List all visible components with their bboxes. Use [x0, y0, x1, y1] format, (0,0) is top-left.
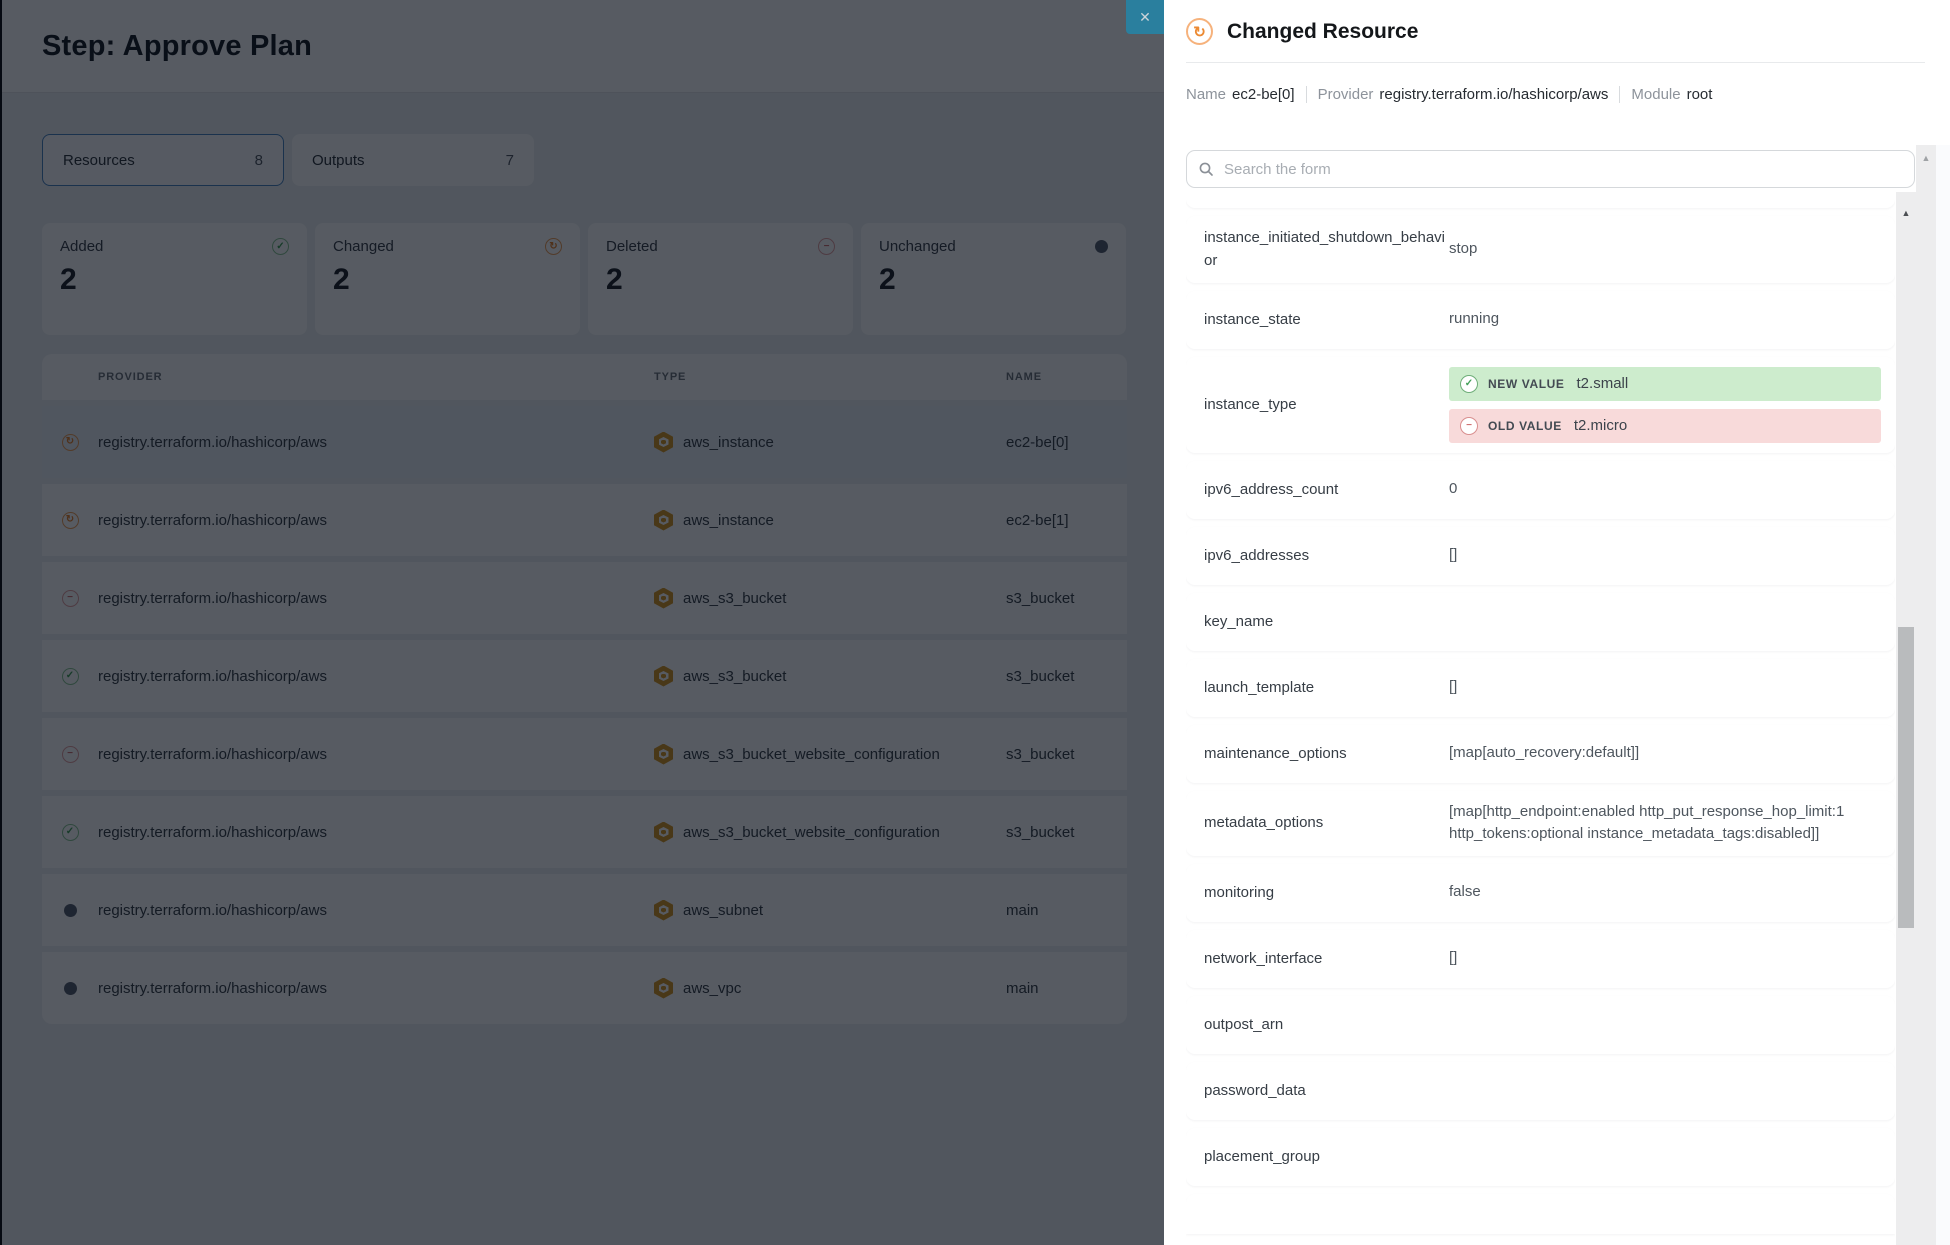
meta-label: Module: [1631, 86, 1680, 103]
form-search-box: [1186, 150, 1915, 188]
attribute-name: key_name: [1204, 610, 1449, 633]
added-check-icon: ✓: [1460, 375, 1478, 393]
attribute-list-scrollbar[interactable]: ▲: [1896, 192, 1916, 1245]
search-input[interactable]: [1222, 160, 1914, 179]
attribute-name: placement_group: [1204, 1145, 1449, 1168]
drawer-scrollbar[interactable]: ▲: [1916, 145, 1936, 1245]
scroll-up-icon[interactable]: ▲: [1896, 208, 1916, 218]
attribute-name: instance_state: [1204, 308, 1449, 331]
meta-value: registry.terraform.io/hashicorp/aws: [1379, 86, 1608, 103]
modal-dim-overlay[interactable]: [0, 0, 1164, 1245]
changed-resource-drawer: ↻ Changed Resource Name ec2-be[0] Provider…: [1164, 0, 1950, 1245]
attribute-row: placement_group: [1186, 1128, 1895, 1186]
attribute-list: instance_initiated_shutdown_behaviorstop…: [1186, 198, 1895, 1245]
attribute-value: [map[auto_recovery:default]]: [1449, 742, 1881, 765]
attribute-name: monitoring: [1204, 881, 1449, 904]
attribute-row: key_name: [1186, 593, 1895, 651]
attribute-row: ipv6_addresses[]: [1186, 527, 1895, 585]
partially-scrolled-row: [1186, 1194, 1895, 1234]
close-drawer-button[interactable]: ✕: [1126, 0, 1164, 34]
attribute-value: stop: [1449, 238, 1881, 261]
attribute-row: maintenance_options[map[auto_recovery:de…: [1186, 725, 1895, 783]
attribute-value: []: [1449, 947, 1881, 970]
attribute-row: launch_template[]: [1186, 659, 1895, 717]
attribute-value: []: [1449, 544, 1881, 567]
panel-right-gutter: [1936, 145, 1950, 1245]
attribute-value: running: [1449, 308, 1881, 331]
attribute-name: password_data: [1204, 1079, 1449, 1102]
meta-value: root: [1687, 86, 1713, 103]
attribute-value: false: [1449, 881, 1881, 904]
attribute-value: 0: [1449, 478, 1881, 501]
meta-label: Name: [1186, 86, 1226, 103]
old-value: t2.micro: [1574, 417, 1627, 434]
meta-label: Provider: [1318, 86, 1374, 103]
attribute-row: instance_initiated_shutdown_behaviorstop: [1186, 216, 1895, 283]
resource-meta: Name ec2-be[0] Provider registry.terraform.…: [1186, 86, 1712, 103]
divider: [1186, 62, 1925, 63]
new-value: t2.small: [1577, 375, 1629, 392]
attribute-name: maintenance_options: [1204, 742, 1449, 765]
attribute-name: ipv6_addresses: [1204, 544, 1449, 567]
scrollbar-thumb[interactable]: [1898, 627, 1914, 928]
meta-value: ec2-be[0]: [1232, 86, 1295, 103]
close-icon: ✕: [1139, 9, 1151, 26]
attribute-name: outpost_arn: [1204, 1013, 1449, 1036]
attribute-value: []: [1449, 676, 1881, 699]
meta-separator: [1619, 86, 1620, 103]
attribute-value: [map[http_endpoint:enabled http_put_resp…: [1449, 801, 1881, 846]
new-value-badge: ✓ NEW VALUE t2.small: [1449, 367, 1881, 401]
attribute-row: instance_staterunning: [1186, 291, 1895, 349]
attribute-name: launch_template: [1204, 676, 1449, 699]
attribute-row: instance_type ✓ NEW VALUE t2.small −OLD VALU…: [1186, 357, 1895, 453]
old-value-badge: −OLD VALUE t2.micro: [1449, 409, 1881, 443]
attribute-row: outpost_arn: [1186, 996, 1895, 1054]
attribute-row: network_interface[]: [1186, 930, 1895, 988]
search-icon: [1198, 161, 1214, 177]
drawer-title: Changed Resource: [1227, 20, 1418, 44]
partially-scrolled-row: [1186, 198, 1895, 208]
deleted-minus-icon: −: [1460, 417, 1478, 435]
new-value-label: NEW VALUE: [1488, 377, 1565, 391]
attribute-row: metadata_options[map[http_endpoint:enabl…: [1186, 791, 1895, 856]
value-diff: ✓ NEW VALUE t2.small −OLD VALUE t2.micro: [1449, 367, 1881, 443]
changed-status-icon: ↻: [1186, 18, 1213, 45]
attribute-row: monitoringfalse: [1186, 864, 1895, 922]
attribute-name: instance_type: [1204, 393, 1449, 416]
scroll-up-icon[interactable]: ▲: [1916, 153, 1936, 163]
attribute-name: instance_initiated_shutdown_behavior: [1204, 226, 1449, 273]
old-value-label: OLD VALUE: [1488, 419, 1562, 433]
attribute-name: network_interface: [1204, 947, 1449, 970]
attribute-row: ipv6_address_count0: [1186, 461, 1895, 519]
attribute-name: ipv6_address_count: [1204, 478, 1449, 501]
meta-separator: [1306, 86, 1307, 103]
attribute-name: metadata_options: [1204, 811, 1449, 834]
attribute-row: password_data: [1186, 1062, 1895, 1120]
